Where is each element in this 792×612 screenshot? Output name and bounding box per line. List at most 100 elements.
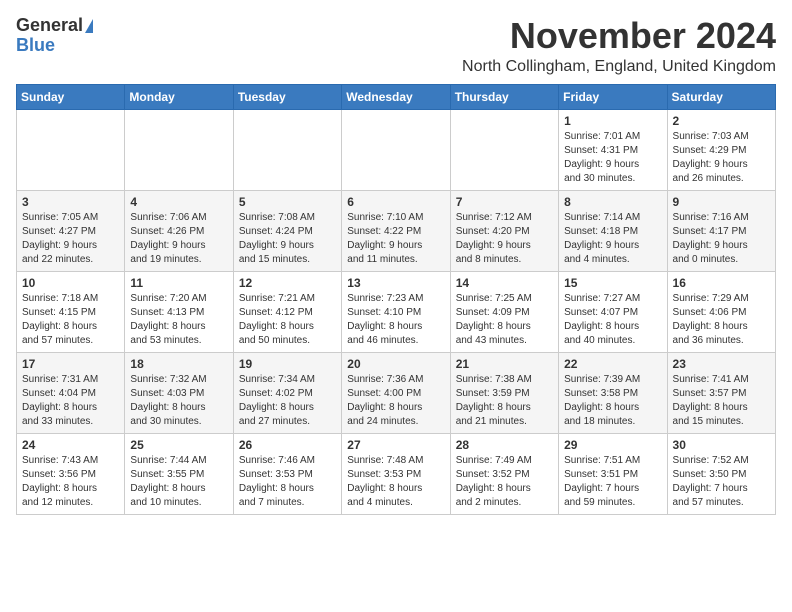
day-info: Sunrise: 7:25 AM Sunset: 4:09 PM Dayligh… — [456, 292, 553, 348]
page-header: General Blue November 2024 North Colling… — [16, 16, 776, 76]
day-number: 5 — [239, 195, 336, 209]
weekday-header: Tuesday — [233, 84, 341, 109]
day-info: Sunrise: 7:12 AM Sunset: 4:20 PM Dayligh… — [456, 211, 553, 267]
day-info: Sunrise: 7:51 AM Sunset: 3:51 PM Dayligh… — [564, 454, 661, 510]
calendar-cell: 7 Sunrise: 7:12 AM Sunset: 4:20 PM Daylig… — [450, 190, 558, 271]
day-info: Sunrise: 7:44 AM Sunset: 3:55 PM Dayligh… — [130, 454, 227, 510]
calendar-cell: 27 Sunrise: 7:48 AM Sunset: 3:53 PM Dayli… — [342, 433, 450, 514]
title-area: November 2024 North Collingham, England,… — [462, 16, 776, 76]
day-number: 3 — [22, 195, 119, 209]
calendar-cell: 15 Sunrise: 7:27 AM Sunset: 4:07 PM Dayli… — [559, 271, 667, 352]
day-number: 27 — [347, 438, 444, 452]
day-number: 28 — [456, 438, 553, 452]
day-info: Sunrise: 7:21 AM Sunset: 4:12 PM Dayligh… — [239, 292, 336, 348]
calendar-cell — [233, 109, 341, 190]
day-number: 16 — [673, 276, 770, 290]
calendar-table: SundayMondayTuesdayWednesdayThursdayFrid… — [16, 84, 776, 515]
calendar-cell: 29 Sunrise: 7:51 AM Sunset: 3:51 PM Dayli… — [559, 433, 667, 514]
day-number: 9 — [673, 195, 770, 209]
day-info: Sunrise: 7:05 AM Sunset: 4:27 PM Dayligh… — [22, 211, 119, 267]
day-number: 2 — [673, 114, 770, 128]
calendar-cell — [342, 109, 450, 190]
day-number: 18 — [130, 357, 227, 371]
day-info: Sunrise: 7:41 AM Sunset: 3:57 PM Dayligh… — [673, 373, 770, 429]
day-number: 22 — [564, 357, 661, 371]
day-number: 25 — [130, 438, 227, 452]
day-number: 24 — [22, 438, 119, 452]
calendar-cell: 24Sunrise: 7:43 AM Sunset: 3:56 PM Dayli… — [17, 433, 125, 514]
calendar-cell: 3 Sunrise: 7:05 AM Sunset: 4:27 PM Daylig… — [17, 190, 125, 271]
logo-text-blue: Blue — [16, 36, 55, 56]
calendar-cell: 13Sunrise: 7:23 AM Sunset: 4:10 PM Dayli… — [342, 271, 450, 352]
calendar-cell — [450, 109, 558, 190]
day-number: 19 — [239, 357, 336, 371]
day-number: 21 — [456, 357, 553, 371]
weekday-header: Monday — [125, 84, 233, 109]
day-info: Sunrise: 7:29 AM Sunset: 4:06 PM Dayligh… — [673, 292, 770, 348]
day-info: Sunrise: 7:48 AM Sunset: 3:53 PM Dayligh… — [347, 454, 444, 510]
calendar-cell: 23 Sunrise: 7:41 AM Sunset: 3:57 PM Dayli… — [667, 352, 775, 433]
calendar-cell: 11 Sunrise: 7:20 AM Sunset: 4:13 PM Dayli… — [125, 271, 233, 352]
day-info: Sunrise: 7:08 AM Sunset: 4:24 PM Dayligh… — [239, 211, 336, 267]
calendar-cell: 8Sunrise: 7:14 AM Sunset: 4:18 PM Daylig… — [559, 190, 667, 271]
weekday-header: Wednesday — [342, 84, 450, 109]
calendar-cell: 30 Sunrise: 7:52 AM Sunset: 3:50 PM Dayli… — [667, 433, 775, 514]
day-number: 17 — [22, 357, 119, 371]
day-info: Sunrise: 7:01 AM Sunset: 4:31 PM Dayligh… — [564, 130, 661, 186]
day-info: Sunrise: 7:18 AM Sunset: 4:15 PM Dayligh… — [22, 292, 119, 348]
calendar-cell: 18Sunrise: 7:32 AM Sunset: 4:03 PM Dayli… — [125, 352, 233, 433]
calendar-cell: 9 Sunrise: 7:16 AM Sunset: 4:17 PM Daylig… — [667, 190, 775, 271]
day-info: Sunrise: 7:14 AM Sunset: 4:18 PM Dayligh… — [564, 211, 661, 267]
logo: General Blue — [16, 16, 93, 56]
calendar-cell: 21 Sunrise: 7:38 AM Sunset: 3:59 PM Dayli… — [450, 352, 558, 433]
month-title: November 2024 — [462, 16, 776, 56]
calendar-cell — [17, 109, 125, 190]
day-number: 6 — [347, 195, 444, 209]
weekday-header: Thursday — [450, 84, 558, 109]
calendar-cell: 1 Sunrise: 7:01 AM Sunset: 4:31 PM Daylig… — [559, 109, 667, 190]
day-number: 7 — [456, 195, 553, 209]
day-info: Sunrise: 7:16 AM Sunset: 4:17 PM Dayligh… — [673, 211, 770, 267]
calendar-cell: 14 Sunrise: 7:25 AM Sunset: 4:09 PM Dayli… — [450, 271, 558, 352]
day-number: 30 — [673, 438, 770, 452]
calendar-cell: 4 Sunrise: 7:06 AM Sunset: 4:26 PM Daylig… — [125, 190, 233, 271]
calendar-cell: 2 Sunrise: 7:03 AM Sunset: 4:29 PM Daylig… — [667, 109, 775, 190]
weekday-header: Friday — [559, 84, 667, 109]
calendar-cell — [125, 109, 233, 190]
day-info: Sunrise: 7:49 AM Sunset: 3:52 PM Dayligh… — [456, 454, 553, 510]
day-number: 11 — [130, 276, 227, 290]
weekday-header: Saturday — [667, 84, 775, 109]
day-info: Sunrise: 7:52 AM Sunset: 3:50 PM Dayligh… — [673, 454, 770, 510]
day-info: Sunrise: 7:20 AM Sunset: 4:13 PM Dayligh… — [130, 292, 227, 348]
calendar-cell: 16 Sunrise: 7:29 AM Sunset: 4:06 PM Dayli… — [667, 271, 775, 352]
calendar-cell: 10Sunrise: 7:18 AM Sunset: 4:15 PM Dayli… — [17, 271, 125, 352]
day-number: 1 — [564, 114, 661, 128]
logo-icon — [85, 19, 93, 33]
day-number: 29 — [564, 438, 661, 452]
day-info: Sunrise: 7:34 AM Sunset: 4:02 PM Dayligh… — [239, 373, 336, 429]
day-info: Sunrise: 7:06 AM Sunset: 4:26 PM Dayligh… — [130, 211, 227, 267]
location: North Collingham, England, United Kingdo… — [462, 58, 776, 76]
calendar-cell: 25 Sunrise: 7:44 AM Sunset: 3:55 PM Dayli… — [125, 433, 233, 514]
day-info: Sunrise: 7:39 AM Sunset: 3:58 PM Dayligh… — [564, 373, 661, 429]
day-info: Sunrise: 7:36 AM Sunset: 4:00 PM Dayligh… — [347, 373, 444, 429]
day-info: Sunrise: 7:31 AM Sunset: 4:04 PM Dayligh… — [22, 373, 119, 429]
calendar-cell: 12 Sunrise: 7:21 AM Sunset: 4:12 PM Dayli… — [233, 271, 341, 352]
weekday-header: Sunday — [17, 84, 125, 109]
logo-text-general: General — [16, 16, 83, 36]
day-number: 14 — [456, 276, 553, 290]
day-number: 23 — [673, 357, 770, 371]
calendar-cell: 17 Sunrise: 7:31 AM Sunset: 4:04 PM Dayli… — [17, 352, 125, 433]
calendar-cell: 28 Sunrise: 7:49 AM Sunset: 3:52 PM Dayli… — [450, 433, 558, 514]
day-info: Sunrise: 7:38 AM Sunset: 3:59 PM Dayligh… — [456, 373, 553, 429]
day-number: 15 — [564, 276, 661, 290]
calendar-cell: 20Sunrise: 7:36 AM Sunset: 4:00 PM Dayli… — [342, 352, 450, 433]
calendar-cell: 5 Sunrise: 7:08 AM Sunset: 4:24 PM Daylig… — [233, 190, 341, 271]
day-info: Sunrise: 7:10 AM Sunset: 4:22 PM Dayligh… — [347, 211, 444, 267]
day-number: 12 — [239, 276, 336, 290]
day-info: Sunrise: 7:27 AM Sunset: 4:07 PM Dayligh… — [564, 292, 661, 348]
day-info: Sunrise: 7:03 AM Sunset: 4:29 PM Dayligh… — [673, 130, 770, 186]
calendar-cell: 22 Sunrise: 7:39 AM Sunset: 3:58 PM Dayli… — [559, 352, 667, 433]
day-number: 4 — [130, 195, 227, 209]
calendar-cell: 6 Sunrise: 7:10 AM Sunset: 4:22 PM Daylig… — [342, 190, 450, 271]
